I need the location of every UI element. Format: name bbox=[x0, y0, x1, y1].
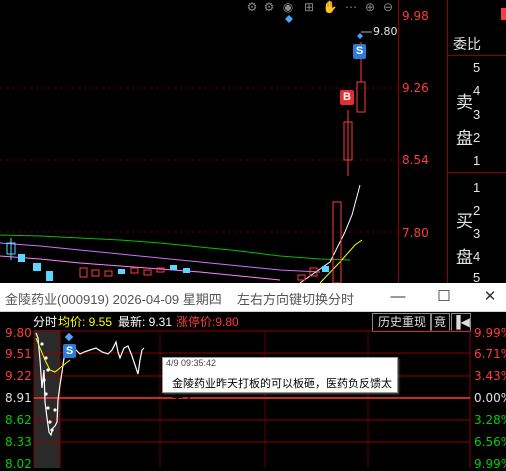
ellipsis-icon[interactable]: ⋯ bbox=[343, 0, 359, 14]
right-pct: 9.99% bbox=[474, 457, 506, 471]
ma-line-pink bbox=[0, 255, 281, 281]
intraday-info-bar: 分时 均价: 9.55 最新: 9.31 涨停价:9.80 历史重现 竟 ▐◀ bbox=[0, 312, 506, 332]
tooltip-message: 金陵药业昨天打板的可以板砸，医药负反馈太大了 bbox=[172, 377, 392, 406]
left-price: 8.62 bbox=[5, 413, 32, 427]
sell-level: 2 bbox=[473, 130, 481, 145]
window-hint: 左右方向键切换分时 bbox=[237, 292, 355, 307]
sell-level: 5 bbox=[473, 60, 481, 75]
settings-icon[interactable]: ⚙ bbox=[244, 0, 260, 14]
divider bbox=[448, 172, 506, 173]
buy-label-1: 买 bbox=[456, 212, 473, 232]
basket-icon[interactable]: ⊞ bbox=[301, 0, 317, 14]
left-price: 8.33 bbox=[5, 435, 32, 449]
kline-price: 8.54 bbox=[402, 153, 429, 167]
window-title: 金陵药业(000919) 2026-04-09 星期四 bbox=[5, 292, 222, 307]
last-price-label: 9.80 bbox=[373, 25, 398, 38]
buy-level: 2 bbox=[473, 203, 481, 218]
left-price: 9.51 bbox=[5, 347, 32, 361]
ma-line-white bbox=[299, 184, 361, 283]
kline-price: 9.98 bbox=[402, 9, 429, 23]
minimize-button[interactable]: — bbox=[386, 285, 410, 309]
close-button[interactable]: ✕ bbox=[478, 285, 502, 309]
sell-marker[interactable]: S bbox=[353, 44, 366, 59]
right-pct: 9.99% bbox=[474, 326, 506, 340]
right-pct: 3.43% bbox=[474, 369, 506, 383]
latest-price: 最新: 9.31 bbox=[118, 315, 173, 329]
buy-label-2: 盘 bbox=[456, 248, 473, 268]
fenshi-label: 分时 bbox=[33, 315, 58, 329]
window-titlebar[interactable]: 金陵药业(000919) 2026-04-09 星期四 左右方向键切换分时 — … bbox=[0, 283, 506, 312]
weibi-label: 委比 bbox=[453, 36, 481, 52]
buy-marker[interactable]: B bbox=[340, 90, 354, 105]
sell-label-1: 卖 bbox=[456, 93, 473, 113]
zoom-out-icon[interactable]: ⊖ bbox=[380, 0, 396, 14]
right-pct: 6.71% bbox=[474, 347, 506, 361]
intraday-sell-marker[interactable]: S bbox=[63, 344, 76, 358]
news-tooltip[interactable]: 4/9 09:35:42 金陵药业昨天打板的可以板砸，医药负反馈太大了 bbox=[162, 357, 398, 406]
marker-diamond-s bbox=[357, 33, 363, 39]
right-pct: 3.28% bbox=[474, 413, 506, 427]
tooltip-time: 4/9 09:35:42 bbox=[166, 358, 217, 368]
sell-level: 1 bbox=[473, 153, 481, 168]
candles-small bbox=[6, 238, 329, 281]
zoom-in-icon[interactable]: ⊕ bbox=[362, 0, 378, 14]
chart-toolbar: ⚙ ⚙ ◉ ⊞ ✋ ⋯ ⊕ ⊖ bbox=[240, 0, 398, 14]
limit-up-price: 涨停价:9.80 bbox=[176, 315, 239, 329]
gear-icon[interactable]: ⚙ bbox=[261, 0, 277, 14]
divider bbox=[448, 55, 506, 56]
eye-icon[interactable]: ◉ bbox=[280, 0, 296, 14]
buy-level: 3 bbox=[473, 226, 481, 241]
sell-level: 3 bbox=[473, 107, 481, 122]
right-pct: 6.56% bbox=[474, 435, 506, 449]
kline-chart[interactable]: B S 9.80 ⚙ ⚙ ◉ ⊞ ✋ ⋯ ⊕ ⊖ bbox=[0, 0, 398, 283]
kline-price: 7.80 bbox=[402, 226, 429, 240]
sell-level: 4 bbox=[473, 83, 481, 98]
kline-price: 9.26 bbox=[402, 81, 429, 95]
left-price: 9.80 bbox=[5, 326, 32, 340]
left-price: 9.22 bbox=[5, 369, 32, 383]
avg-price: 均价: 9.55 bbox=[58, 315, 113, 329]
marker-diamond-top bbox=[285, 15, 293, 23]
right-pct: 0.00% bbox=[474, 391, 506, 405]
left-price: 8.91 bbox=[5, 391, 32, 405]
hand-icon[interactable]: ✋ bbox=[322, 0, 338, 14]
sell-label-2: 盘 bbox=[456, 129, 473, 149]
buy-level: 1 bbox=[473, 180, 481, 195]
left-price: 8.02 bbox=[5, 457, 32, 471]
kline-price-axis: 9.98 9.26 8.54 7.80 bbox=[398, 0, 448, 283]
buy-level: 4 bbox=[473, 249, 481, 264]
order-book-panel: 委比 卖 盘 5 4 3 2 1 买 盘 1 2 3 4 5 bbox=[447, 0, 506, 285]
maximize-button[interactable]: ☐ bbox=[432, 285, 456, 309]
kline-svg bbox=[0, 15, 398, 283]
order-book-top-marker bbox=[501, 8, 506, 20]
